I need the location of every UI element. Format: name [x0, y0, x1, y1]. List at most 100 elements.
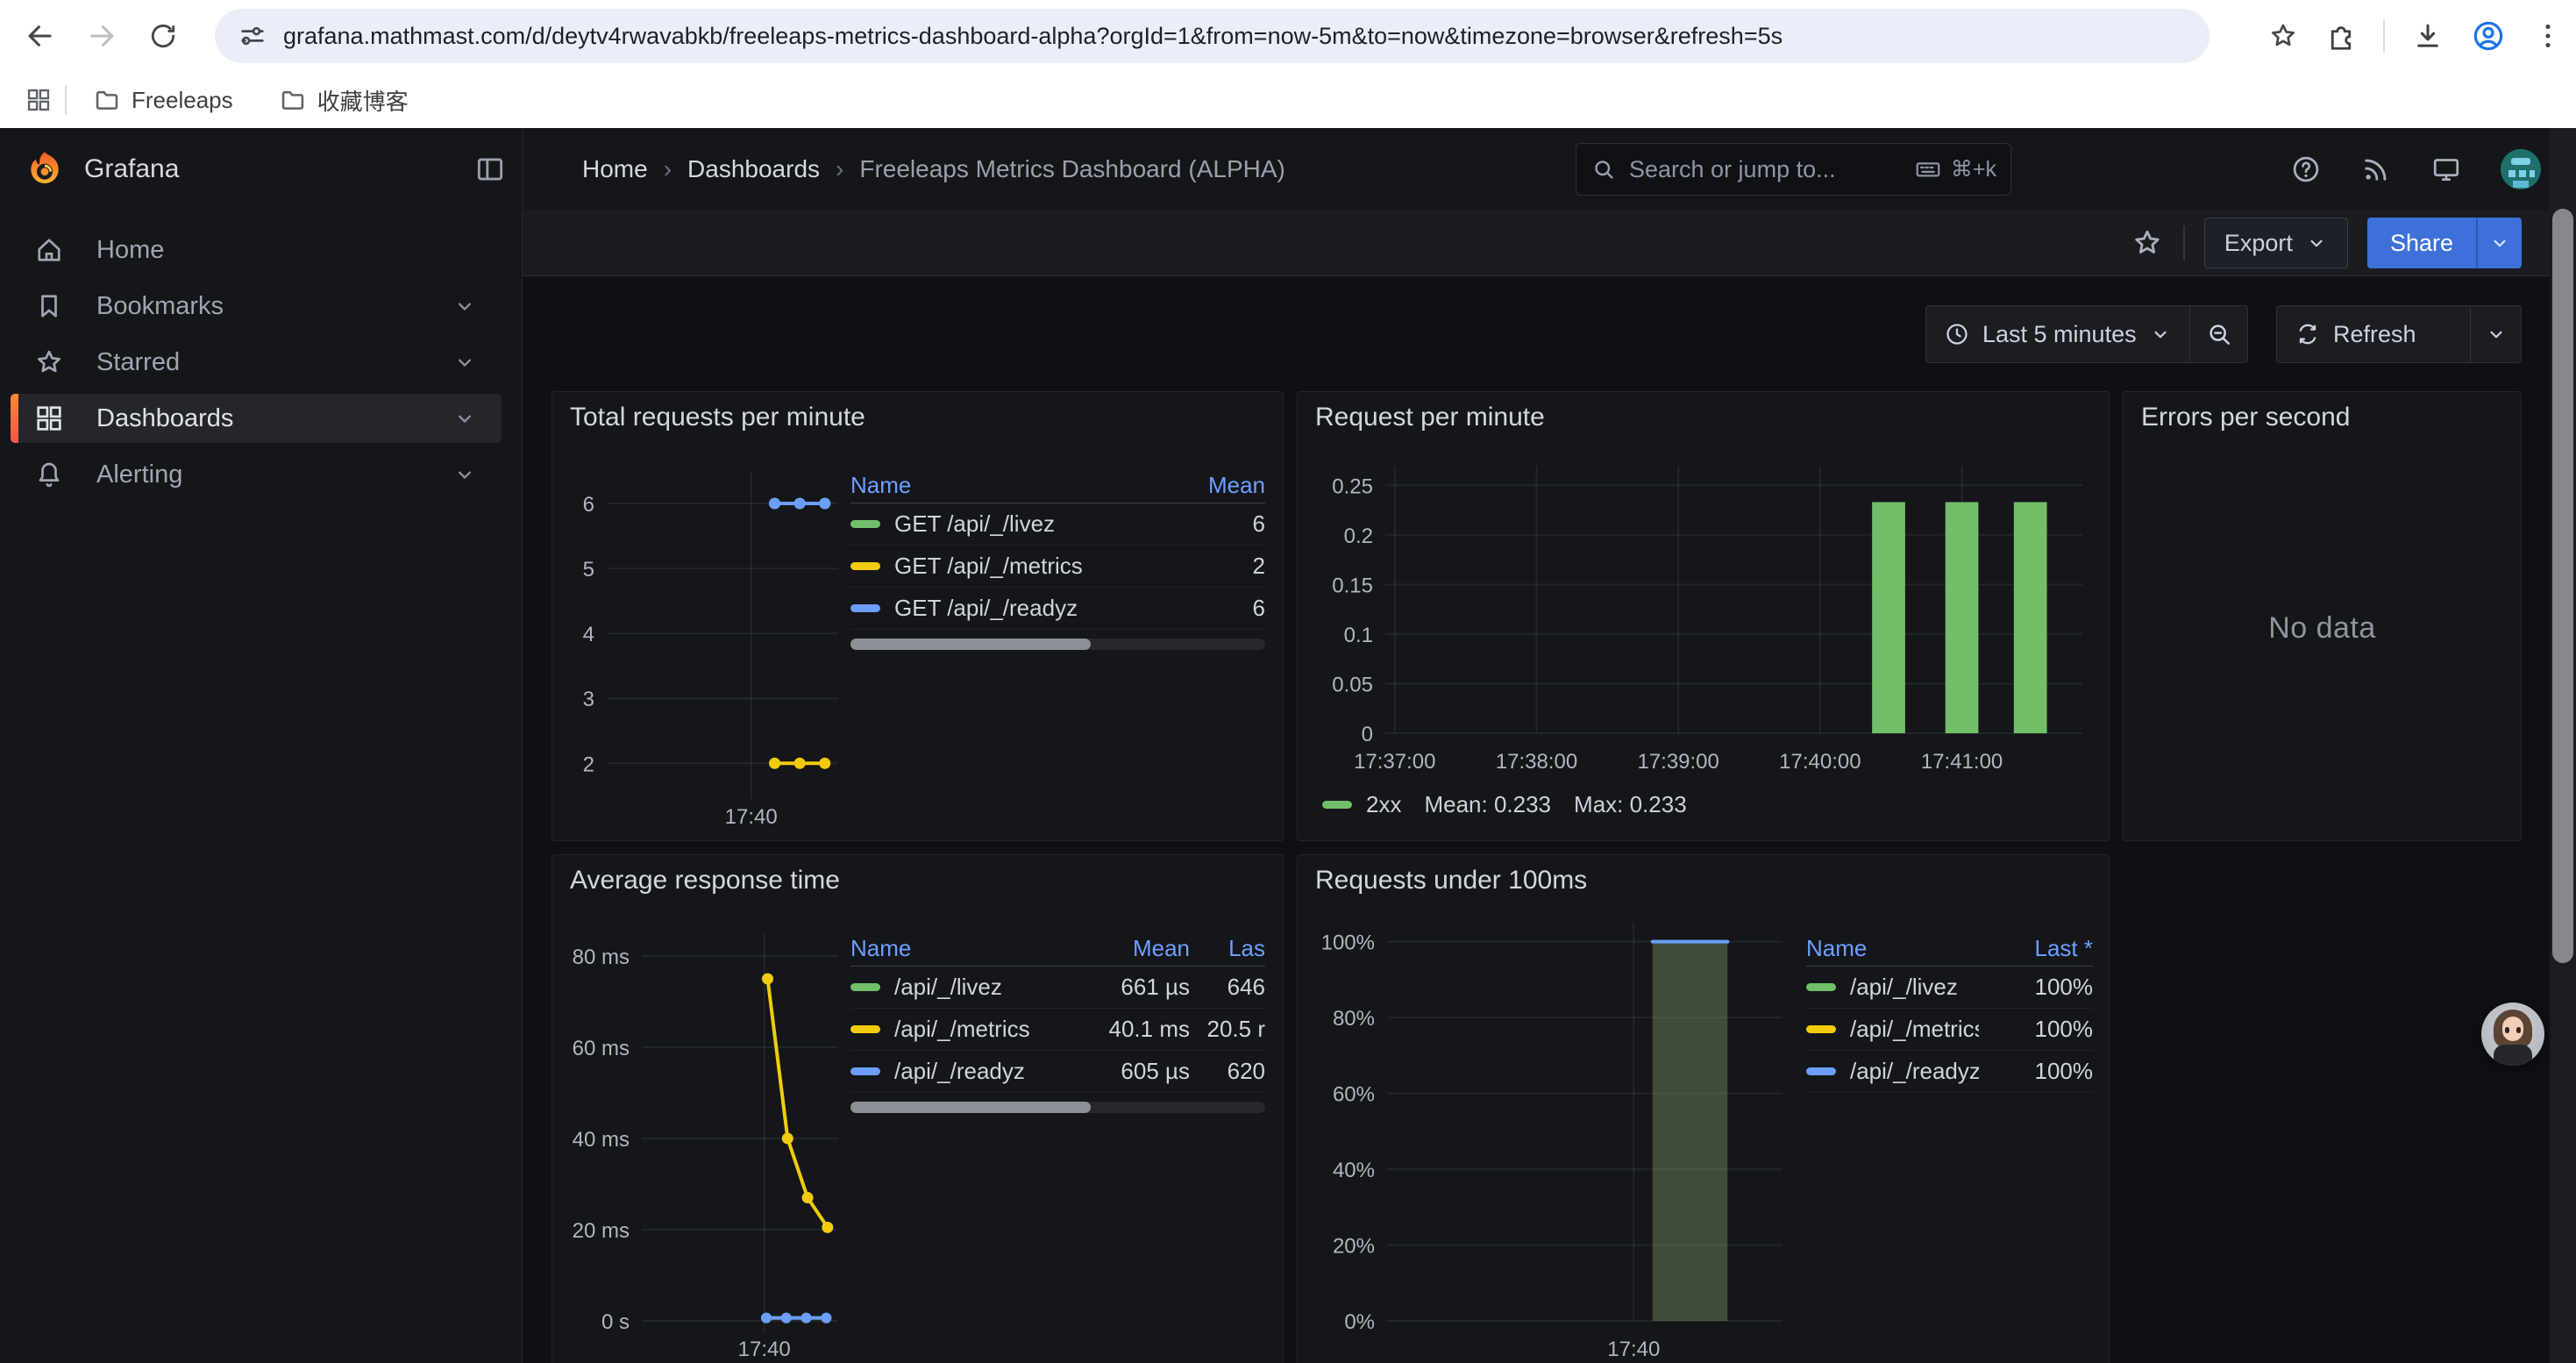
- bookmark-folder-freeleaps[interactable]: Freeleaps: [79, 79, 247, 121]
- legend-row[interactable]: /api/_/livez100%: [1806, 967, 2093, 1009]
- svg-text:17:39:00: 17:39:00: [1637, 750, 1719, 774]
- legend-row[interactable]: GET /api/_/readyz6: [850, 588, 1265, 630]
- sidebar: Home Bookmarks Starred Dashboards Alerti…: [0, 211, 523, 1363]
- chevron-down-icon[interactable]: [449, 294, 480, 318]
- extensions-puzzle-icon[interactable]: [2325, 20, 2357, 52]
- series-color-pill: [850, 1025, 880, 1033]
- svg-text:17:40:00: 17:40:00: [1779, 750, 1861, 774]
- bookmark-folder-blogs[interactable]: 收藏博客: [265, 77, 423, 124]
- sidebar-item-home[interactable]: Home: [11, 225, 502, 275]
- panel-title[interactable]: Average response time: [570, 866, 840, 896]
- apps-grid-icon[interactable]: [25, 86, 53, 114]
- url-text: grafana.mathmast.com/d/deytv4rwavabkb/fr…: [283, 23, 1783, 50]
- site-info-icon[interactable]: [238, 21, 267, 51]
- legend-row[interactable]: /api/_/metrics40.1 ms20.5 r: [850, 1009, 1265, 1051]
- breadcrumb-current: Freeleaps Metrics Dashboard (ALPHA): [859, 155, 1285, 183]
- sidebar-item-alerting[interactable]: Alerting: [11, 450, 502, 499]
- export-button[interactable]: Export: [2204, 218, 2348, 268]
- share-button[interactable]: Share: [2367, 218, 2522, 268]
- page-scrollbar[interactable]: [2550, 128, 2576, 1363]
- share-label[interactable]: Share: [2367, 218, 2476, 268]
- legend-table: NameMean GET /api/_/livez6GET /api/_/metr…: [850, 467, 1265, 650]
- legend-col-name[interactable]: Name: [850, 472, 1160, 499]
- svg-text:5: 5: [583, 558, 594, 582]
- chevron-down-icon[interactable]: [449, 462, 480, 487]
- legend-col-name[interactable]: Name: [850, 935, 1058, 962]
- back-icon[interactable]: [16, 11, 65, 61]
- search-icon: [1590, 156, 1617, 182]
- refresh-interval-caret[interactable]: [2471, 305, 2522, 363]
- svg-text:20%: 20%: [1333, 1235, 1375, 1259]
- series-color-pill: [850, 604, 880, 612]
- floating-avatar-widget[interactable]: [2481, 1003, 2544, 1066]
- zoom-out-button[interactable]: [2190, 305, 2248, 363]
- sidebar-collapse-icon[interactable]: [473, 153, 507, 186]
- legend-table: NameMeanLas/api/_/livez661 µs646/api/_/m…: [850, 931, 1265, 1113]
- dashboard-subheader: Export Share: [523, 211, 2576, 276]
- keyboard-icon: [1914, 155, 1942, 183]
- svg-text:17:37:00: 17:37:00: [1354, 750, 1435, 774]
- news-rss-icon[interactable]: [2360, 153, 2392, 185]
- legend-col[interactable]: Mean: [1160, 472, 1265, 499]
- reload-icon[interactable]: [139, 11, 188, 61]
- forward-icon: [77, 11, 126, 61]
- bookmark-folder-label: Freeleaps: [132, 87, 233, 114]
- profile-icon[interactable]: [2471, 18, 2506, 54]
- breadcrumb-home[interactable]: Home: [582, 155, 648, 183]
- grafana-logo-icon: [25, 148, 65, 190]
- legend-row[interactable]: GET /api/_/metrics2: [850, 546, 1265, 588]
- breadcrumb-dashboards[interactable]: Dashboards: [687, 155, 820, 183]
- svg-text:6: 6: [583, 493, 594, 517]
- refresh-button[interactable]: Refresh: [2276, 305, 2471, 363]
- address-bar[interactable]: grafana.mathmast.com/d/deytv4rwavabkb/fr…: [215, 9, 2210, 63]
- panel-title[interactable]: Requests under 100ms: [1315, 866, 1587, 896]
- share-menu-caret[interactable]: [2476, 218, 2522, 268]
- legend-scrollbar[interactable]: [850, 1102, 1265, 1113]
- bell-icon: [33, 459, 65, 490]
- panel-title[interactable]: Request per minute: [1315, 403, 1545, 432]
- kiosk-monitor-icon[interactable]: [2430, 153, 2462, 185]
- download-icon[interactable]: [2411, 19, 2444, 53]
- sidebar-item-bookmarks[interactable]: Bookmarks: [11, 282, 502, 331]
- sidebar-item-starred[interactable]: Starred: [11, 338, 502, 387]
- legend-col-name[interactable]: Name: [1806, 935, 1979, 962]
- chevron-down-icon[interactable]: [449, 406, 480, 431]
- svg-text:80 ms: 80 ms: [573, 946, 630, 969]
- panel-avg-response-time: Average response time 80 ms60 ms40 ms20 …: [551, 854, 1284, 1363]
- legend-col[interactable]: Last *: [1979, 935, 2093, 962]
- sidebar-item-dashboards[interactable]: Dashboards: [11, 394, 502, 443]
- bookmark-icon: [33, 290, 65, 322]
- help-icon[interactable]: [2290, 153, 2322, 185]
- legend-row[interactable]: /api/_/readyz605 µs620: [850, 1051, 1265, 1093]
- zoom-out-icon: [2205, 320, 2233, 348]
- panel-title[interactable]: Errors per second: [2141, 403, 2350, 432]
- favorite-star-icon[interactable]: [2131, 226, 2164, 260]
- user-avatar[interactable]: [2501, 149, 2541, 189]
- breadcrumb-separator-icon: ›: [836, 155, 843, 183]
- browser-menu-icon[interactable]: [2532, 20, 2564, 52]
- chevron-down-icon[interactable]: [449, 350, 480, 375]
- scrollbar-thumb[interactable]: [2552, 209, 2573, 963]
- series-legend[interactable]: 2xx Mean: 0.233 Max: 0.233: [1322, 789, 1687, 820]
- legend-col[interactable]: Mean: [1058, 935, 1190, 962]
- search-input[interactable]: Search or jump to... ⌘+k: [1576, 143, 2011, 196]
- legend-row[interactable]: /api/_/livez661 µs646: [850, 967, 1265, 1009]
- folder-icon: [279, 86, 307, 114]
- series-color-pill: [1806, 1067, 1836, 1075]
- svg-text:60 ms: 60 ms: [573, 1037, 630, 1060]
- bookmark-star-icon[interactable]: [2267, 20, 2299, 52]
- time-range-picker[interactable]: Last 5 minutes: [1925, 305, 2190, 363]
- legend-row[interactable]: GET /api/_/livez6: [850, 503, 1265, 546]
- chevron-down-icon: [2305, 232, 2328, 254]
- legend-row[interactable]: /api/_/metrics100%: [1806, 1009, 2093, 1051]
- series-color-pill: [1322, 801, 1352, 809]
- panel-title[interactable]: Total requests per minute: [570, 403, 865, 432]
- svg-text:80%: 80%: [1333, 1007, 1375, 1031]
- grafana-brand[interactable]: Grafana: [25, 128, 179, 211]
- legend-row[interactable]: /api/_/readyz100%: [1806, 1051, 2093, 1093]
- legend-scrollbar[interactable]: [850, 639, 1265, 650]
- svg-text:0.05: 0.05: [1332, 673, 1373, 696]
- legend-header: NameMeanLas: [850, 931, 1265, 967]
- legend-col[interactable]: Las: [1190, 935, 1265, 962]
- series-color-pill: [850, 520, 880, 528]
